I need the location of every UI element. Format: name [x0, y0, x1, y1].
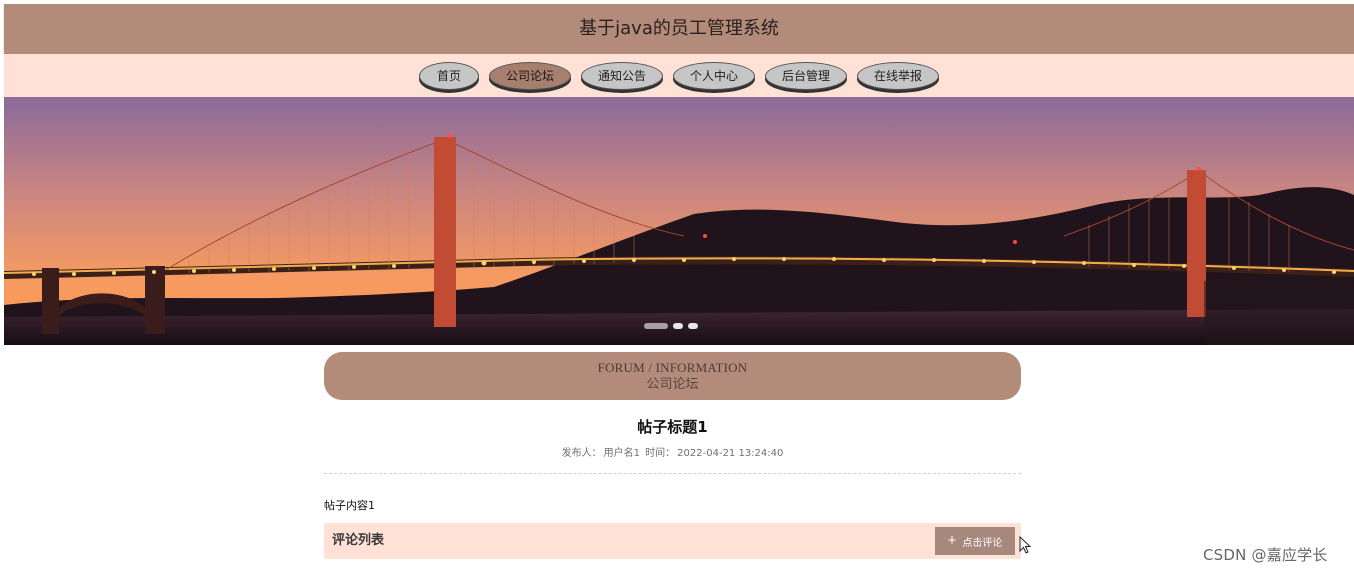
- post-title: 帖子标题1: [637, 418, 708, 436]
- section-english-title: FORUM / INFORMATION: [597, 360, 748, 375]
- forum-detail-page: 基于java的员工管理系统 首页 公司论坛 通知公告 个人中心 后台管理 在线举…: [0, 0, 1354, 571]
- nav-admin-button[interactable]: 后台管理: [765, 61, 847, 90]
- site-header: 基于java的员工管理系统: [4, 4, 1354, 54]
- nav-forum-button[interactable]: 公司论坛: [489, 61, 571, 90]
- carousel-indicator-2[interactable]: [673, 323, 683, 329]
- main-navigation: 首页 公司论坛 通知公告 个人中心 后台管理 在线举报: [4, 54, 1354, 97]
- plus-icon: +: [947, 532, 957, 549]
- carousel-indicator-1[interactable]: [644, 323, 668, 329]
- post-time: 2022-04-21 13:24:40: [677, 448, 784, 459]
- add-comment-label: 点击评论: [962, 537, 1003, 549]
- hero-banner: [4, 97, 1354, 345]
- bridge-banner-image: [4, 97, 1354, 345]
- time-label: 时间：: [645, 448, 676, 459]
- forum-section-header: FORUM / INFORMATION 公司论坛: [324, 352, 1021, 400]
- site-title: 基于java的员工管理系统: [579, 18, 779, 39]
- csdn-watermark: CSDN @嘉应学长: [1203, 546, 1328, 564]
- nav-report-button[interactable]: 在线举报: [857, 61, 939, 90]
- comment-list-bar: 评论列表 + 点击评论: [324, 523, 1021, 559]
- mouse-cursor-icon: [1019, 536, 1031, 554]
- post-content: 帖子内容1: [324, 499, 375, 512]
- nav-notice-button[interactable]: 通知公告: [581, 61, 663, 90]
- forum-detail-content: FORUM / INFORMATION 公司论坛 帖子标题1 发布人： 用户名1 …: [324, 352, 1021, 571]
- carousel-indicator-3[interactable]: [688, 323, 698, 329]
- post-meta: 发布人： 用户名1 时间： 2022-04-21 13:24:40: [324, 447, 1021, 461]
- nav-home-button[interactable]: 首页: [419, 61, 479, 90]
- content-divider: [324, 473, 1021, 474]
- section-chinese-title: 公司论坛: [646, 376, 699, 391]
- publisher-label: 发布人：: [561, 448, 602, 459]
- nav-profile-button[interactable]: 个人中心: [673, 61, 755, 90]
- add-comment-button[interactable]: + 点击评论: [935, 527, 1015, 555]
- comment-list-title: 评论列表: [332, 533, 385, 548]
- carousel-indicators: [644, 323, 698, 329]
- publisher-name: 用户名1: [603, 448, 640, 459]
